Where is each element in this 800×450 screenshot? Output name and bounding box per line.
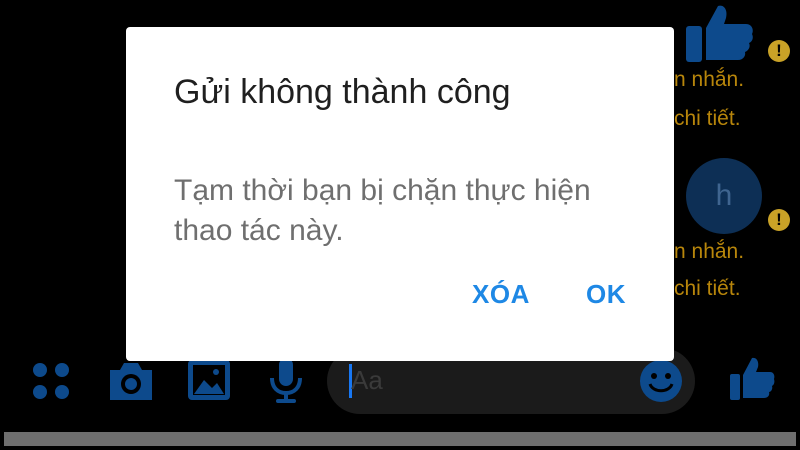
dialog-title: Gửi không thành công <box>174 73 511 111</box>
delete-button[interactable]: XÓA <box>472 279 530 310</box>
modal-overlay: Gửi không thành công Tạm thời bạn bị chặ… <box>0 0 800 450</box>
ok-button[interactable]: OK <box>586 279 626 310</box>
dialog-message: Tạm thời bạn bị chặn thực hiện thao tác … <box>174 174 591 247</box>
send-failed-dialog: Gửi không thành công Tạm thời bạn bị chặ… <box>126 27 674 361</box>
